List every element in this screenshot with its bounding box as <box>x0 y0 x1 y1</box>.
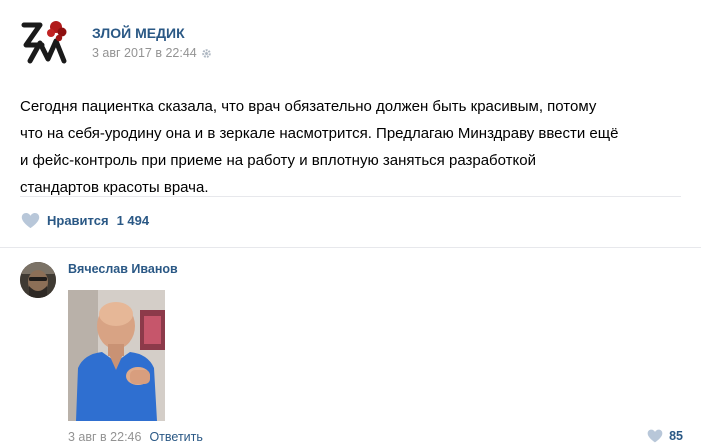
group-logo[interactable] <box>20 15 72 67</box>
post-date[interactable]: 3 авг 2017 в 22:44 <box>92 46 197 60</box>
divider <box>20 196 681 197</box>
post-text: Сегодня пациентка сказала, что врач обяз… <box>20 93 680 201</box>
comment-photo[interactable] <box>68 290 165 421</box>
like-label: Нравится <box>47 213 109 228</box>
post-author[interactable]: ЗЛОЙ МЕДИК <box>92 25 185 41</box>
comment-author[interactable]: Вячеслав Иванов <box>68 262 178 276</box>
comment-date[interactable]: 3 авг в 22:46 <box>68 430 141 444</box>
reply-button[interactable]: Ответить <box>149 430 202 444</box>
like-button[interactable]: Нравится 1 494 <box>21 212 149 229</box>
post-text-line: Сегодня пациентка сказала, что врач обяз… <box>20 98 597 115</box>
comment-like-button[interactable]: 85 <box>647 429 683 443</box>
comment-like-count: 85 <box>669 429 683 443</box>
avatar[interactable] <box>20 262 56 298</box>
post-date-row: 3 авг 2017 в 22:44 <box>92 46 212 60</box>
gear-icon[interactable] <box>201 48 212 59</box>
heart-icon <box>21 212 40 229</box>
post-text-line: и фейс-контроль при приеме на работу и в… <box>20 152 536 169</box>
heart-icon <box>647 429 663 443</box>
like-count: 1 494 <box>116 213 150 228</box>
divider <box>0 247 701 248</box>
comment-meta: 3 авг в 22:46 Ответить <box>68 430 203 444</box>
wall-post: ЗЛОЙ МЕДИК 3 авг 2017 в 22:44 Сегодня па… <box>0 0 701 446</box>
post-text-line: что на себя-уродину она и в зеркале насм… <box>20 125 619 142</box>
